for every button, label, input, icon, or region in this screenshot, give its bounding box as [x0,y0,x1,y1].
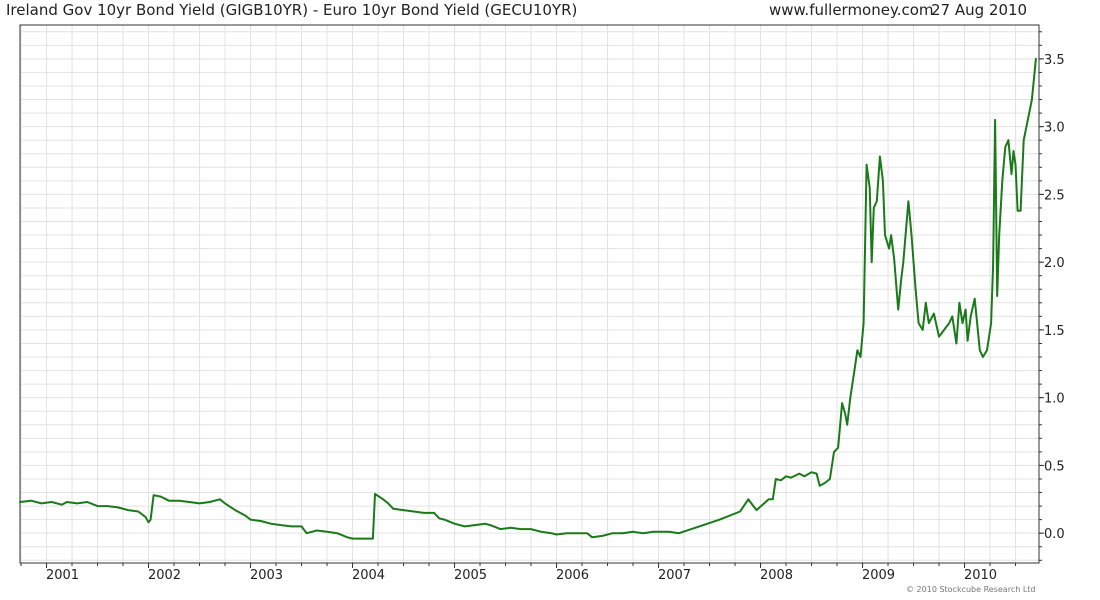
y-tick-label: 0.0 [1044,527,1065,542]
x-tick-label: 2002 [148,568,181,583]
y-tick-label: 0.5 [1044,459,1065,474]
y-tick-label: 1.0 [1044,392,1065,407]
x-tick-label: 2010 [964,568,997,583]
y-tick-label: 1.5 [1044,324,1065,339]
x-tick-label: 2005 [454,568,487,583]
grid-lines [20,25,1039,563]
series-line [19,57,1037,540]
x-tick-label: 2009 [862,568,895,583]
x-tick-label: 2007 [658,568,691,583]
plot-frame [19,24,1040,564]
x-tick-label: 2008 [760,568,793,583]
x-tick-label: 2004 [352,568,385,583]
y-tick-label: 3.5 [1044,53,1065,68]
series-layer [19,57,1037,540]
y-tick-label: 2.0 [1044,256,1065,271]
x-tick-label: 2001 [46,568,79,583]
y-tick-label: 3.0 [1044,121,1065,136]
x-axis: 2001 2002 2003 2004 2005 2006 2007 2008 2009 2010 [20,563,1017,583]
y-axis: 0.0 0.5 1.0 1.5 2.0 2.5 3.0 3.5 [1039,31,1065,561]
yield-spread-chart: 2001 2002 2003 2004 2005 2006 2007 2008 2009 2010… [19,24,1065,583]
y-tick-label: 2.5 [1044,188,1065,203]
x-tick-label: 2006 [556,568,589,583]
x-tick-label: 2003 [250,568,283,583]
